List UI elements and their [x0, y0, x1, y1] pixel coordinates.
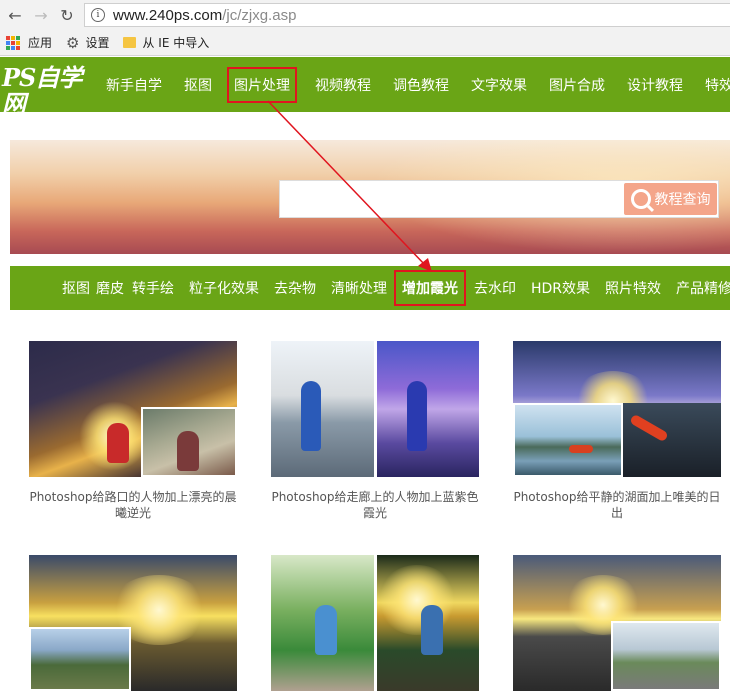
article-thumbnail[interactable] [29, 555, 237, 691]
site-nav-bar: PS自学网 WWW.240PS.COM 新手自学 抠图 图片处理 视频教程 调色… [0, 57, 730, 127]
thumbnail-after-detail [623, 403, 721, 477]
bookmark-label: 应用 [28, 36, 53, 50]
thumbnail-before [513, 403, 623, 477]
article-thumbnail[interactable] [29, 341, 237, 477]
sub-nav-item[interactable]: 抠图 [62, 278, 90, 298]
search-button-label: 教程查询 [654, 192, 711, 208]
apps-grid-icon [6, 35, 20, 50]
sub-nav-item[interactable]: 去水印 [474, 278, 516, 298]
sub-nav-item-add-glow[interactable]: 增加霞光 [394, 270, 466, 306]
person-figure [315, 605, 337, 655]
article-card[interactable]: Photoshop给走廊上的人物加上蓝紫色霞光 [271, 341, 483, 521]
sub-nav-item[interactable]: 去杂物 [274, 278, 316, 298]
thumbnail-before [611, 621, 721, 691]
article-thumbnail[interactable] [271, 555, 479, 691]
sun-glow [377, 565, 457, 635]
nav-item[interactable]: 视频教程 [315, 75, 371, 95]
article-thumbnail[interactable] [513, 555, 721, 691]
logo-main-text: PS自学网 [2, 63, 82, 118]
article-card[interactable]: Photoshop给路口的人物加上漂亮的晨曦逆光 [29, 341, 241, 521]
thumbnail-before [141, 407, 237, 477]
thumbnail-before [29, 627, 131, 691]
search-icon [630, 189, 651, 209]
article-title[interactable]: Photoshop给走廊上的人物加上蓝紫色霞光 [271, 489, 479, 521]
site-logo[interactable]: PS自学网 WWW.240PS.COM [2, 63, 102, 128]
logo-sub-text: WWW.240PS.COM [6, 117, 85, 127]
url-path: /jc/zjxg.asp [222, 6, 297, 24]
canoe-shape [569, 445, 593, 453]
nav-item[interactable]: 特效制 [705, 75, 730, 95]
article-card[interactable] [29, 555, 241, 691]
person-figure [301, 381, 321, 451]
bookmark-settings[interactable]: ⚙ 设置 [66, 34, 109, 52]
gear-icon: ⚙ [66, 33, 80, 52]
bookmark-apps[interactable]: 应用 [0, 34, 52, 51]
thumbnail-after [377, 341, 479, 477]
person-figure [107, 423, 129, 463]
address-bar[interactable]: i www.240ps.com/jc/zjxg.asp [84, 3, 730, 27]
article-card[interactable] [271, 555, 483, 691]
thumbnail-before [271, 555, 374, 691]
sub-nav-item[interactable]: HDR效果 [531, 278, 590, 298]
sub-nav-bar: 抠图 磨皮 转手绘 粒子化效果 去杂物 清晰处理 增加霞光 去水印 HDR效果 … [10, 266, 730, 310]
article-title[interactable]: Photoshop给路口的人物加上漂亮的晨曦逆光 [29, 489, 237, 521]
article-thumbnail[interactable] [513, 341, 721, 477]
article-card[interactable] [513, 555, 725, 691]
sub-nav-item[interactable]: 照片特效 [605, 278, 661, 298]
thumbnail-after [377, 555, 479, 691]
person-figure [421, 605, 443, 655]
person-figure [177, 431, 199, 471]
url-host: www.240ps.com [113, 6, 223, 24]
sub-nav-item[interactable]: 转手绘 [132, 278, 174, 298]
article-title[interactable]: Photoshop给平静的湖面加上唯美的日出 [513, 489, 721, 521]
back-arrow-icon[interactable]: ← [4, 4, 26, 26]
sub-nav-item[interactable]: 磨皮 [96, 278, 124, 298]
bookmark-label: 设置 [85, 36, 110, 50]
nav-item[interactable]: 图片合成 [549, 75, 605, 95]
article-thumbnail[interactable] [271, 341, 479, 477]
bookmarks-bar: 应用 ⚙ 设置 从 IE 中导入 [0, 30, 730, 56]
sub-nav: 抠图 磨皮 转手绘 粒子化效果 去杂物 清晰处理 增加霞光 去水印 HDR效果 … [62, 266, 730, 310]
bookmark-import[interactable]: 从 IE 中导入 [123, 34, 209, 51]
article-card[interactable]: Photoshop给平静的湖面加上唯美的日出 [513, 341, 725, 521]
nav-item[interactable]: 新手自学 [106, 75, 162, 95]
nav-item[interactable]: 设计教程 [627, 75, 683, 95]
folder-icon [123, 37, 137, 48]
bookmark-label: 从 IE 中导入 [142, 36, 210, 50]
person-figure [407, 381, 427, 451]
sub-nav-item[interactable]: 粒子化效果 [189, 278, 259, 298]
canoe-shape [629, 413, 669, 443]
sub-nav-item[interactable]: 产品精修 [676, 278, 730, 298]
nav-item[interactable]: 抠图 [184, 75, 212, 95]
main-nav: 新手自学 抠图 图片处理 视频教程 调色教程 文字效果 图片合成 设计教程 特效… [106, 57, 730, 112]
nav-item-image-processing[interactable]: 图片处理 [227, 66, 297, 103]
search-button[interactable]: 教程查询 [624, 183, 717, 215]
sub-nav-item[interactable]: 清晰处理 [331, 278, 387, 298]
nav-item[interactable]: 文字效果 [471, 75, 527, 95]
nav-item[interactable]: 调色教程 [393, 75, 449, 95]
reload-icon[interactable]: ↻ [56, 4, 78, 26]
page-info-icon[interactable]: i [91, 8, 105, 22]
thumbnail-before [271, 341, 374, 477]
forward-arrow-icon[interactable]: → [30, 4, 52, 26]
